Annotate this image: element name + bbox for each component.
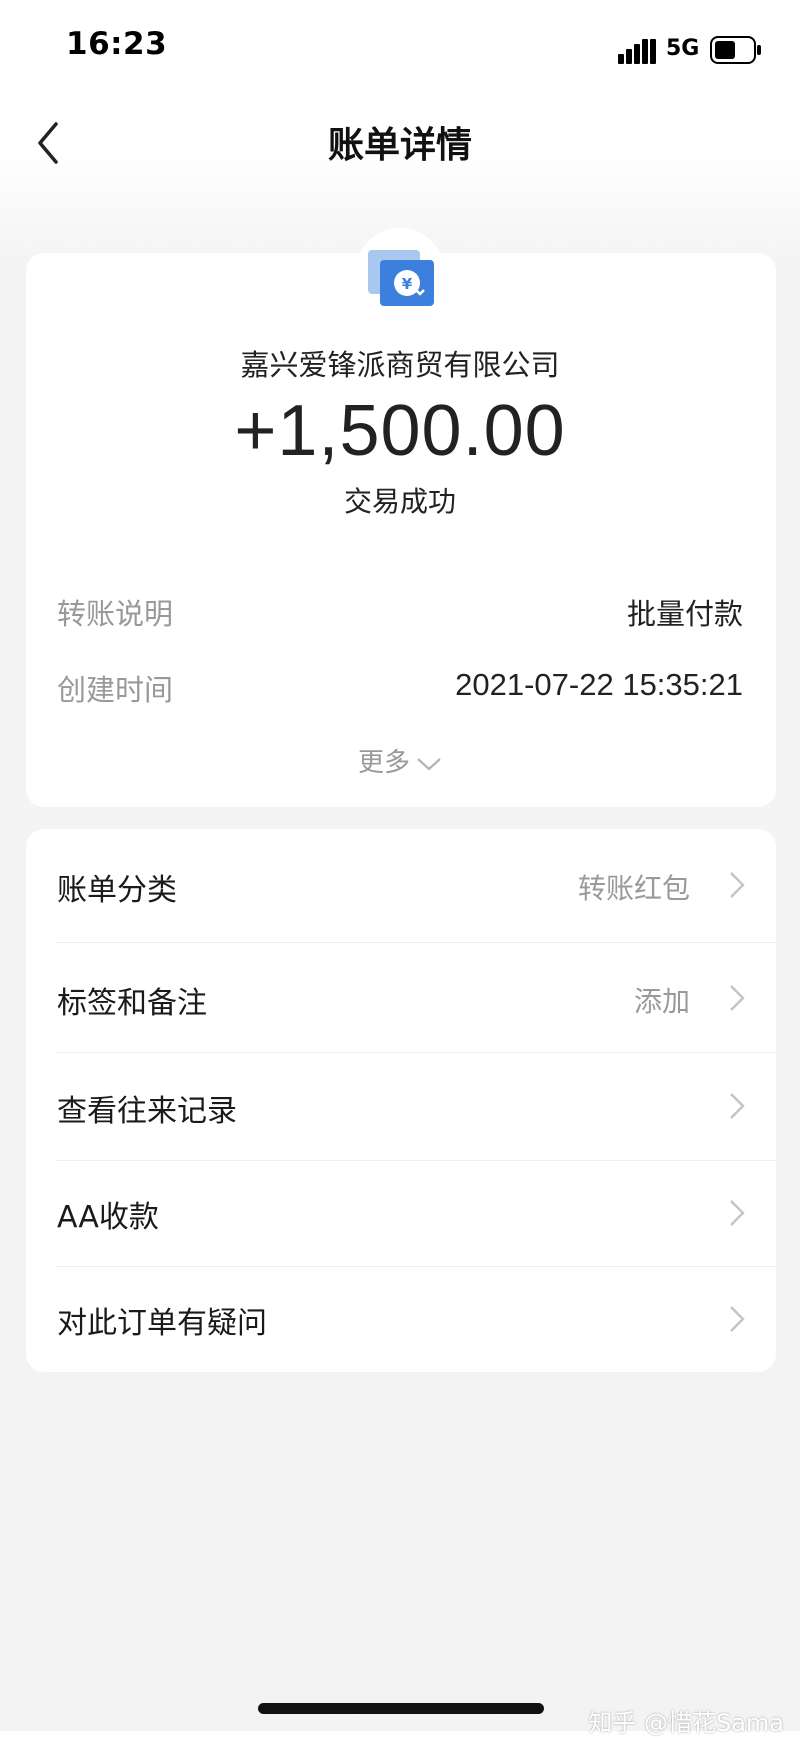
chevron-down-icon <box>417 757 441 770</box>
menu-item-bill-category[interactable]: 账单分类 转账红包 <box>26 829 776 942</box>
menu-item-label: 标签和备注 <box>57 986 207 1021</box>
menu-item-tags-notes[interactable]: 标签和备注 添加 <box>26 942 776 1052</box>
menu-item-aa-collection[interactable]: AA收款 <box>26 1160 776 1266</box>
chevron-right-icon <box>730 1306 745 1332</box>
chevron-right-icon <box>730 1093 745 1119</box>
payer-name: 嘉兴爱锋派商贸有限公司 <box>240 348 560 382</box>
transfer-icon: ¥ <box>368 250 434 306</box>
detail-value-note: 批量付款 <box>626 597 743 631</box>
svg-text:¥: ¥ <box>402 275 413 293</box>
chevron-right-icon <box>730 985 745 1011</box>
menu-item-value: 添加 <box>633 985 690 1018</box>
transaction-amount: +1,500.00 <box>234 391 566 471</box>
watermark: 知乎 @惜花Sama <box>588 1709 784 1737</box>
menu-item-label: 账单分类 <box>57 873 177 908</box>
battery-icon <box>710 36 761 64</box>
home-indicator[interactable] <box>258 1703 544 1714</box>
status-time: 16:23 <box>66 26 168 62</box>
detail-value-created-time: 2021-07-22 15:35:21 <box>455 667 743 702</box>
more-toggle[interactable]: 更多 <box>0 742 800 779</box>
signal-icon <box>618 39 656 64</box>
menu-item-label: 对此订单有疑问 <box>57 1306 267 1341</box>
transaction-status: 交易成功 <box>343 485 456 518</box>
menu-item-label: AA收款 <box>57 1200 159 1235</box>
chevron-right-icon <box>730 1200 745 1226</box>
detail-label-note: 转账说明 <box>57 597 174 631</box>
network-type: 5G <box>666 36 700 61</box>
page-title: 账单详情 <box>327 125 472 166</box>
menu-item-label: 查看往来记录 <box>57 1094 237 1129</box>
menu-item-value: 转账红包 <box>577 872 690 905</box>
menu-item-history[interactable]: 查看往来记录 <box>26 1052 776 1160</box>
chevron-right-icon <box>730 872 745 898</box>
more-label: 更多 <box>357 748 410 778</box>
menu-item-order-question[interactable]: 对此订单有疑问 <box>26 1266 776 1372</box>
summary-card <box>26 253 776 807</box>
detail-label-created-time: 创建时间 <box>57 673 174 707</box>
